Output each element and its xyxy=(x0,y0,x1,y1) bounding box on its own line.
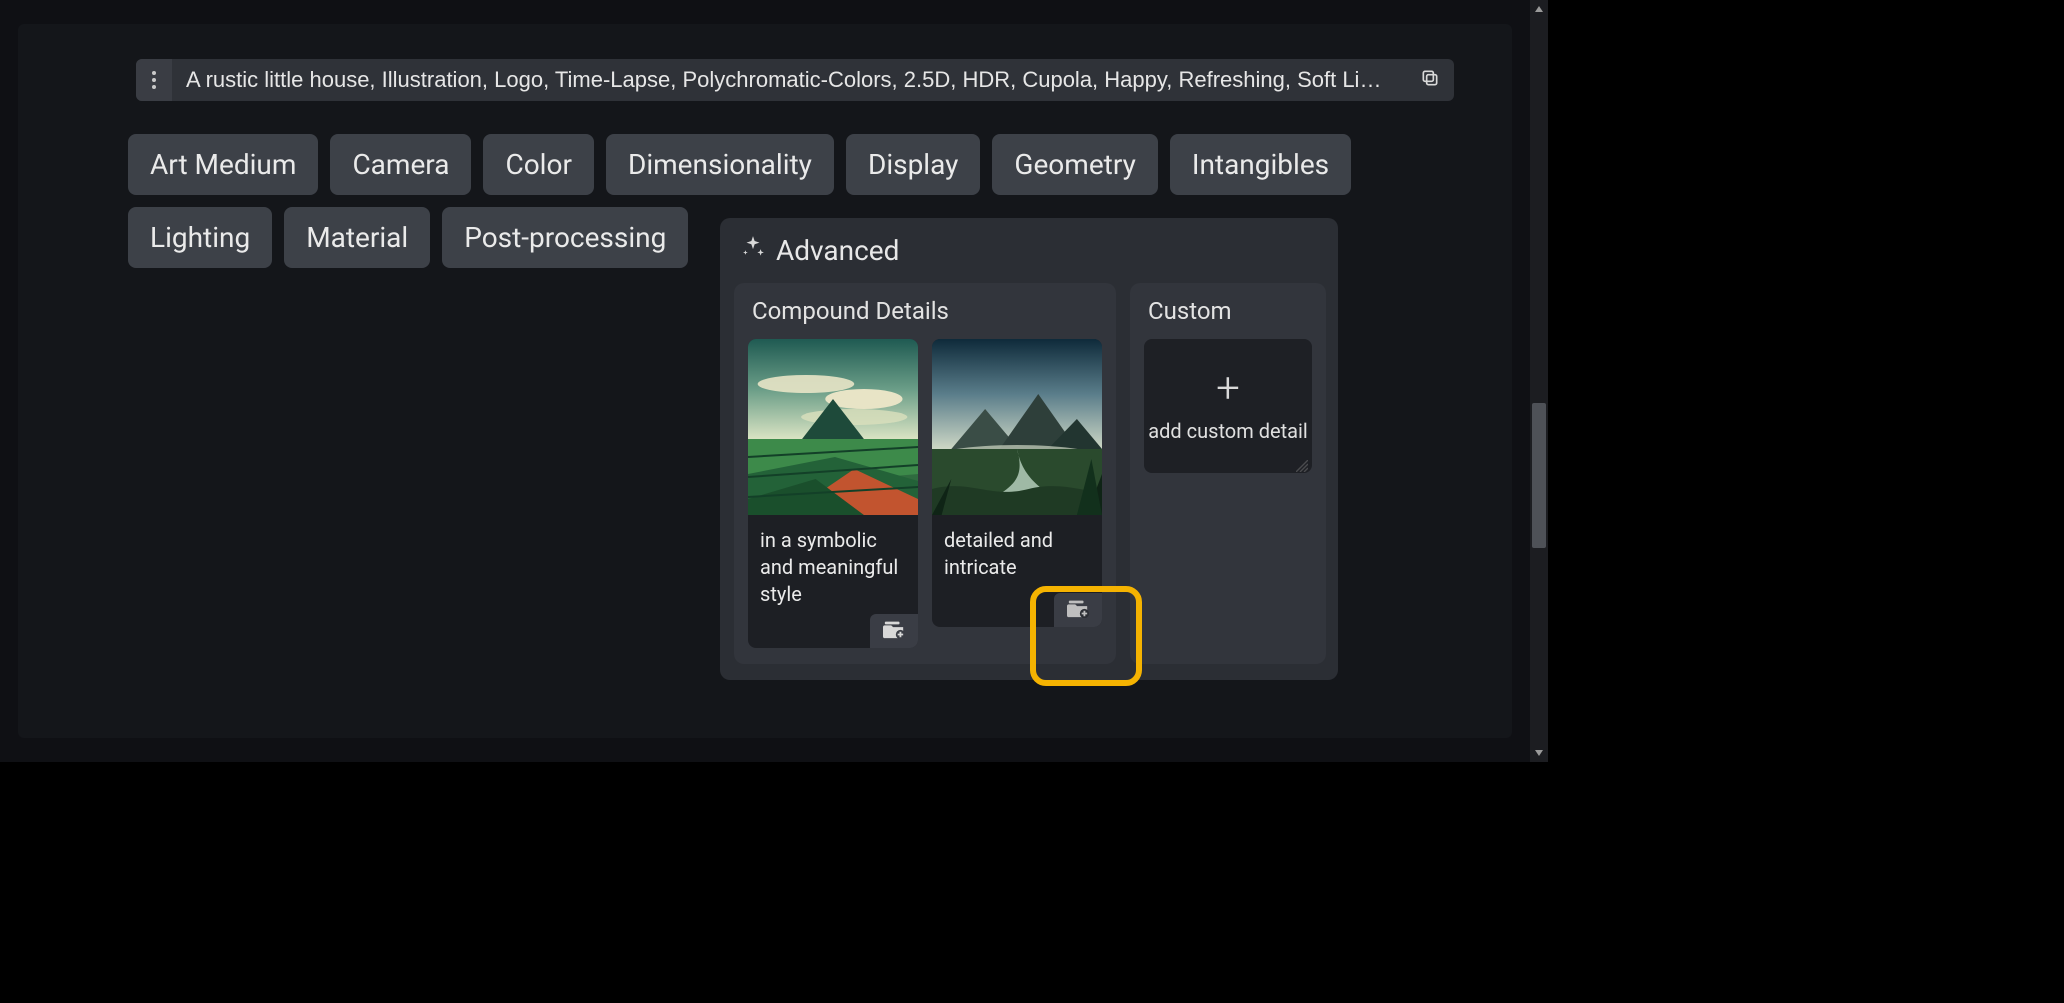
sparkle-icon xyxy=(740,234,766,267)
category-chip[interactable]: Display xyxy=(846,134,980,195)
category-chip[interactable]: Lighting xyxy=(128,207,272,268)
scroll-thumb[interactable] xyxy=(1532,403,1546,548)
prompt-input[interactable] xyxy=(172,59,1406,101)
custom-panel: Custom + add custom detail xyxy=(1130,283,1326,664)
add-to-collection-button[interactable] xyxy=(870,614,918,648)
category-chip[interactable]: Intangibles xyxy=(1170,134,1351,195)
compound-card[interactable]: in a symbolic and meaningful style xyxy=(748,339,918,648)
category-chip[interactable]: Geometry xyxy=(992,134,1157,195)
compound-details-title: Compound Details xyxy=(748,297,1102,325)
category-chip[interactable]: Camera xyxy=(330,134,471,195)
category-chip[interactable]: Color xyxy=(483,134,593,195)
app-surface: Art MediumCameraColorDimensionalityDispl… xyxy=(0,0,1530,762)
copy-prompt-button[interactable] xyxy=(1406,59,1454,101)
custom-title: Custom xyxy=(1144,297,1312,325)
folder-plus-icon xyxy=(883,619,905,643)
main-content: Art MediumCameraColorDimensionalityDispl… xyxy=(18,24,1512,738)
category-chip[interactable]: Art Medium xyxy=(128,134,318,195)
vertical-scrollbar xyxy=(1530,0,1548,762)
scroll-down-button[interactable] xyxy=(1530,744,1548,762)
scroll-up-button[interactable] xyxy=(1530,0,1548,18)
add-custom-detail-button[interactable]: + add custom detail xyxy=(1144,339,1312,473)
category-chip[interactable]: Dimensionality xyxy=(606,134,834,195)
add-custom-detail-label: add custom detail xyxy=(1148,418,1308,444)
advanced-panel: Advanced Compound Details xyxy=(720,218,1338,680)
kebab-icon xyxy=(152,71,156,89)
compound-details-panel: Compound Details xyxy=(734,283,1116,664)
compound-card[interactable]: detailed and intricate xyxy=(932,339,1102,627)
advanced-header[interactable]: Advanced xyxy=(720,218,1338,277)
add-to-collection-button[interactable] xyxy=(1054,593,1102,627)
prompt-bar xyxy=(136,59,1454,101)
category-chip[interactable]: Material xyxy=(284,207,430,268)
prompt-menu-button[interactable] xyxy=(136,59,172,101)
plus-icon: + xyxy=(1216,368,1240,410)
compound-card-thumb xyxy=(748,339,918,515)
scroll-track[interactable] xyxy=(1530,18,1548,744)
folder-plus-icon xyxy=(1067,598,1089,622)
resize-grip-icon xyxy=(1296,457,1308,469)
compound-card-thumb xyxy=(932,339,1102,515)
copy-icon xyxy=(1420,68,1440,92)
advanced-title: Advanced xyxy=(776,234,899,267)
category-chip[interactable]: Post-processing xyxy=(442,207,688,268)
